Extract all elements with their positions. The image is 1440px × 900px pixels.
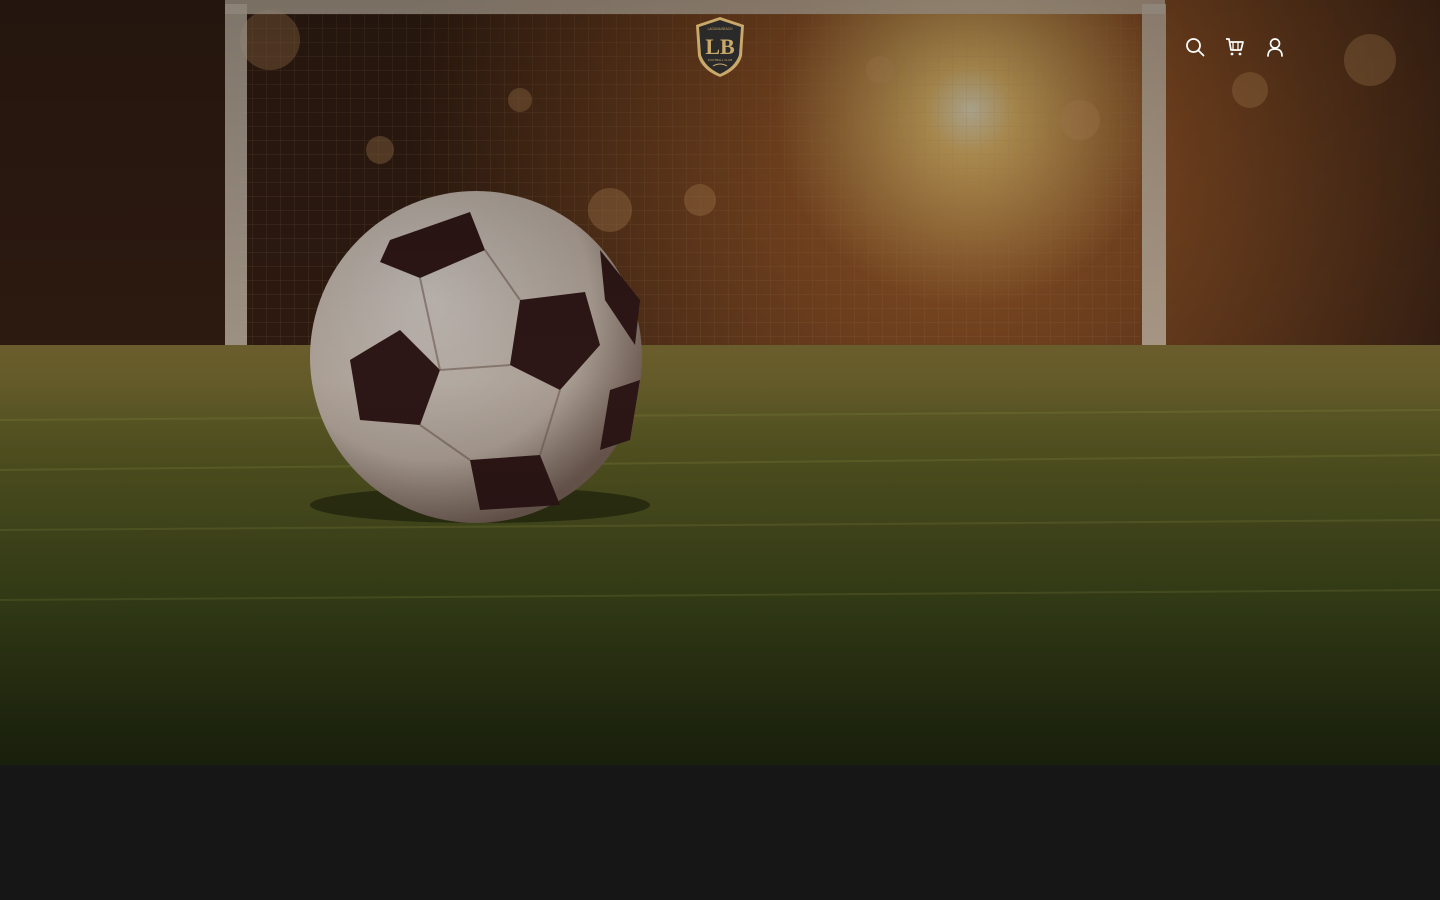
logo-top-text: LAGUNA BEACH: [708, 27, 733, 31]
cart-icon: [1226, 38, 1244, 56]
search-button[interactable]: [1180, 32, 1210, 62]
hero-image: [0, 0, 1440, 765]
site-header: LB LAGUNA BEACH FOOTBALL CLUB: [0, 0, 1440, 94]
club-logo[interactable]: LB LAGUNA BEACH FOOTBALL CLUB: [694, 16, 746, 78]
club-crest-icon: LB LAGUNA BEACH FOOTBALL CLUB: [696, 17, 744, 77]
logo-monogram: LB: [705, 34, 735, 59]
hero-banner: [0, 0, 1440, 765]
search-icon: [1186, 38, 1205, 57]
content-section: [0, 765, 1440, 900]
cart-button[interactable]: [1220, 32, 1250, 62]
header-actions: [1180, 32, 1290, 62]
account-icon: [1267, 38, 1283, 57]
logo-bottom-text: FOOTBALL CLUB: [708, 58, 732, 62]
account-button[interactable]: [1260, 32, 1290, 62]
